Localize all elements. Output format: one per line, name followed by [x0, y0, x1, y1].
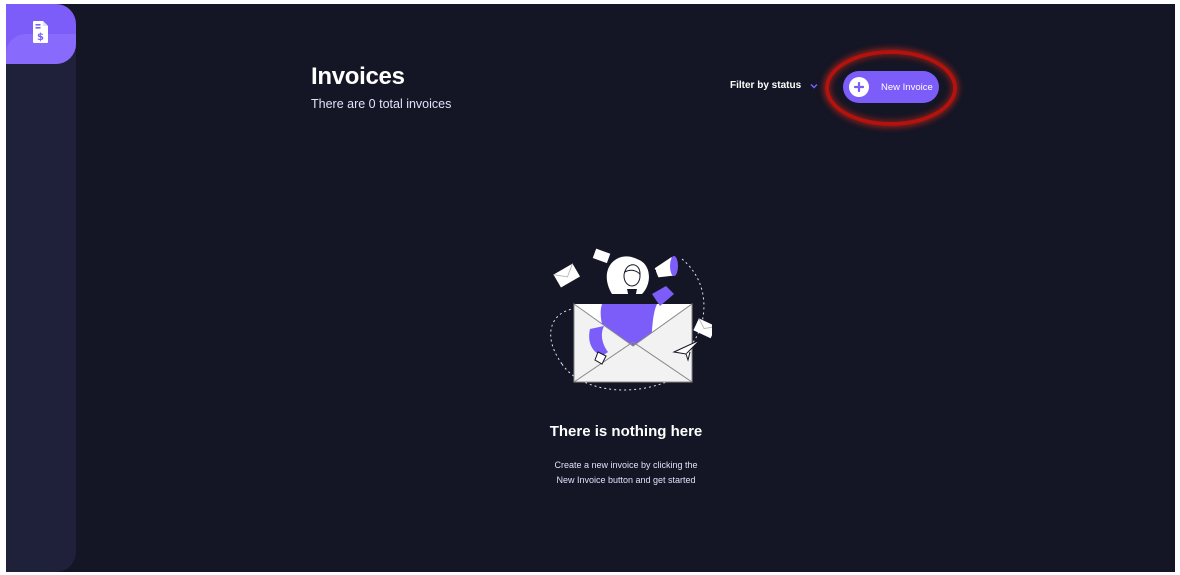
- filter-by-status-dropdown[interactable]: Filter by status: [730, 80, 818, 91]
- logo-button[interactable]: $: [6, 4, 76, 64]
- invoice-dollar-icon: $: [33, 21, 48, 43]
- empty-state-title: There is nothing here: [549, 423, 703, 440]
- app-window: $ Invoices There are 0 total invoices Fi…: [6, 4, 1175, 572]
- sidebar: $: [6, 4, 76, 572]
- page-title: Invoices: [311, 63, 405, 90]
- new-invoice-button[interactable]: New Invoice: [843, 71, 939, 103]
- empty-state-line-1: Create a new invoice by clicking the: [554, 460, 698, 470]
- filter-label: Filter by status: [730, 80, 802, 91]
- new-invoice-label: New Invoice: [881, 81, 933, 93]
- empty-state-line-2: New Invoice button and get started: [556, 475, 696, 485]
- chevron-down-icon: [810, 83, 818, 89]
- plus-icon: [849, 77, 869, 97]
- empty-state-illustration: [550, 248, 712, 391]
- svg-text:$: $: [37, 32, 44, 43]
- empty-state-description: Create a new invoice by clicking the New…: [496, 458, 756, 488]
- invoice-count: There are 0 total invoices: [311, 97, 452, 111]
